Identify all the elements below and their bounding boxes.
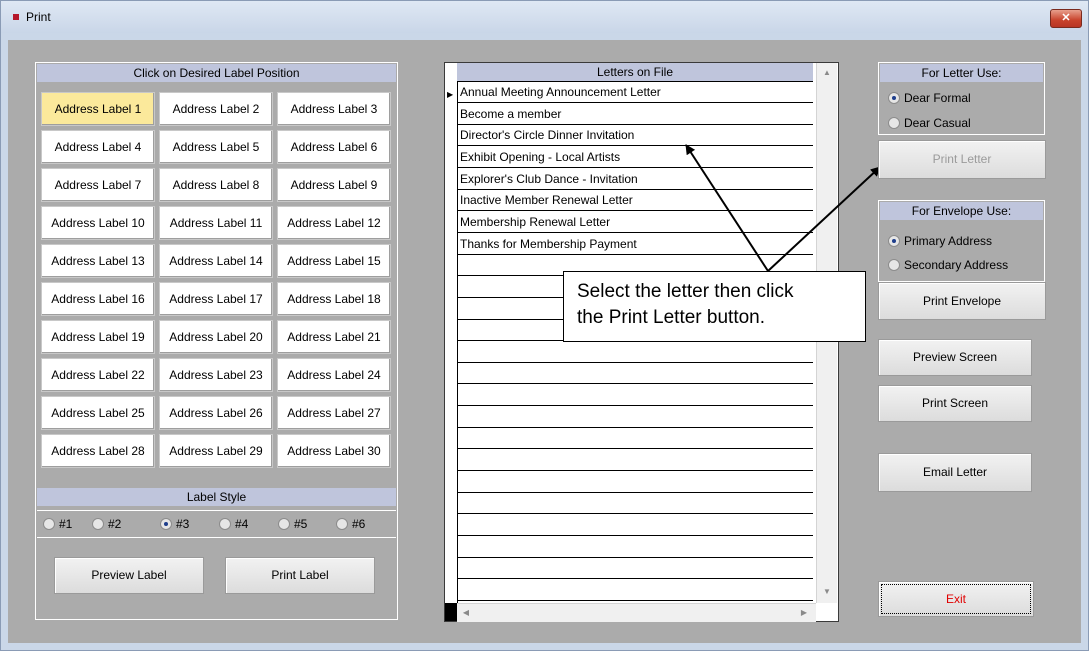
letter-use-header: For Letter Use: [880,64,1043,82]
title-bar: Print ✕ [1,1,1088,33]
print-window: Print ✕ Click on Desired Label Position … [0,0,1089,651]
callout-line-1: Select the letter then click [577,281,794,302]
envelope-use-group: For Envelope Use: Primary Address Second… [878,200,1045,282]
print-screen-button[interactable]: Print Screen [878,385,1032,422]
arrow-to-print-letter [767,166,881,272]
secondary-address-label: Secondary Address [904,258,1009,272]
dear-casual-option[interactable]: Dear Casual [888,116,971,130]
app-icon [13,14,19,20]
close-icon: ✕ [1061,12,1071,24]
close-button[interactable]: ✕ [1050,9,1082,28]
preview-screen-button[interactable]: Preview Screen [878,339,1032,376]
primary-address-label: Primary Address [904,234,993,248]
dear-formal-option[interactable]: Dear Formal [888,91,971,105]
radio-icon [888,235,900,247]
primary-address-option[interactable]: Primary Address [888,234,992,248]
window-title: Print [26,10,51,24]
exit-button[interactable]: Exit [878,581,1034,617]
form-body: Click on Desired Label Position Address … [8,40,1081,643]
callout-line-2: the Print Letter button. [577,307,766,328]
radio-icon [888,117,900,129]
radio-icon [888,92,900,104]
print-envelope-button[interactable]: Print Envelope [878,282,1046,320]
radio-icon [888,259,900,271]
dear-formal-label: Dear Formal [904,91,971,105]
print-letter-button[interactable]: Print Letter [878,140,1046,179]
letter-use-group: For Letter Use: Dear Formal Dear Casual [878,62,1045,135]
dear-casual-label: Dear Casual [904,116,971,130]
email-letter-button[interactable]: Email Letter [878,453,1032,492]
instruction-callout: Select the letter then click the Print L… [563,271,866,342]
envelope-use-header: For Envelope Use: [880,202,1043,220]
arrow-to-letter [685,144,769,272]
secondary-address-option[interactable]: Secondary Address [888,258,1008,272]
